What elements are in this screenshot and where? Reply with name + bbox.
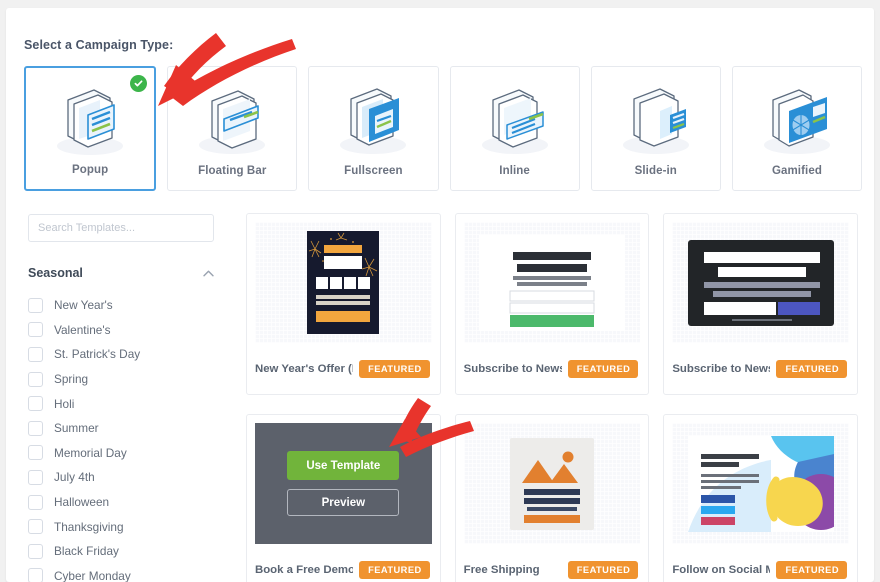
- social-media-thumb: [672, 423, 849, 544]
- inline-icon: [451, 85, 579, 163]
- filter-label: Spring: [54, 372, 89, 387]
- status-badge: FEATURED: [776, 359, 847, 378]
- campaign-type-label: Popup: [71, 164, 109, 176]
- filter-label: Cyber Monday: [54, 568, 131, 582]
- filter-label: Valentine's: [54, 322, 111, 337]
- checkbox[interactable]: [28, 445, 43, 461]
- slide-in-icon: [592, 85, 720, 163]
- filter-item-thanksgiving[interactable]: Thanksgiving: [28, 514, 214, 539]
- filter-item-halloween[interactable]: Halloween: [28, 490, 214, 515]
- campaign-type-label: Slide-in: [634, 165, 677, 177]
- checkbox[interactable]: [28, 420, 43, 436]
- filter-item-st-patricks-day[interactable]: St. Patrick's Day: [28, 342, 214, 367]
- filter-item-black-friday[interactable]: Black Friday: [28, 539, 214, 564]
- template-card-footer: Subscribe to Newsletter ... FEATURED: [664, 343, 857, 394]
- template-name: Follow on Social Media: [672, 563, 770, 576]
- filters-sidebar: Seasonal New Year's Valentine's St. Patr…: [6, 204, 234, 582]
- filter-item-spring[interactable]: Spring: [28, 367, 214, 392]
- templates-region: Seasonal New Year's Valentine's St. Patr…: [6, 204, 874, 582]
- checkbox[interactable]: [28, 371, 43, 387]
- campaign-type-label: Fullscreen: [344, 165, 403, 177]
- filter-group-label: Seasonal: [28, 266, 83, 280]
- campaign-builder-panel: Select a Campaign Type: Popup Floating B…: [6, 8, 874, 582]
- checkbox[interactable]: [28, 346, 43, 362]
- template-card-footer: Free Shipping FEATURED: [456, 544, 649, 582]
- filter-label: Halloween: [54, 495, 110, 510]
- filter-label: Memorial Day: [54, 445, 127, 460]
- campaign-type-row: Popup Floating Bar Fullscreen Inline Sli…: [24, 66, 863, 191]
- campaign-type-slide-in[interactable]: Slide-in: [590, 66, 721, 191]
- campaign-type-popup[interactable]: Popup: [24, 66, 157, 191]
- filter-item-summer[interactable]: Summer: [28, 416, 214, 441]
- preview-button[interactable]: Preview: [287, 489, 400, 516]
- use-template-button[interactable]: Use Template: [287, 451, 400, 480]
- checkbox[interactable]: [28, 494, 43, 510]
- fullscreen-icon: [309, 85, 437, 163]
- status-badge: FEATURED: [776, 560, 847, 579]
- checkbox[interactable]: [28, 469, 43, 485]
- template-card[interactable]: Follow on Social Media FEATURED: [663, 414, 858, 582]
- filter-item-cyber-monday[interactable]: Cyber Monday: [28, 564, 214, 582]
- template-card-footer: Follow on Social Media FEATURED: [664, 544, 857, 582]
- gamified-icon: [733, 85, 861, 163]
- filter-label: Thanksgiving: [54, 519, 124, 534]
- template-card[interactable]: Free Shipping FEATURED: [454, 414, 650, 582]
- template-card[interactable]: New Year's Offer (Firewo... FEATURED: [246, 213, 441, 395]
- newsletter-light-thumb: [463, 222, 641, 343]
- campaign-type-fullscreen[interactable]: Fullscreen: [308, 66, 439, 191]
- status-badge: FEATURED: [567, 359, 639, 378]
- filter-label: Holi: [54, 396, 75, 411]
- free-shipping-thumb: [463, 423, 641, 544]
- filter-list: New Year's Valentine's St. Patrick's Day…: [28, 293, 214, 582]
- filter-item-july-4th[interactable]: July 4th: [28, 465, 214, 490]
- fireworks-popup-thumb: [255, 222, 432, 343]
- template-name: New Year's Offer (Firewo...: [255, 362, 353, 375]
- campaign-type-inline[interactable]: Inline: [449, 66, 580, 191]
- template-card-footer: New Year's Offer (Firewo... FEATURED: [247, 343, 440, 394]
- template-name: Book a Free Demo: [255, 563, 354, 576]
- chevron-up-icon[interactable]: [203, 264, 214, 282]
- template-name: Free Shipping: [463, 563, 540, 576]
- campaign-type-gamified[interactable]: Gamified: [731, 66, 863, 191]
- campaign-type-label: Gamified: [771, 165, 822, 177]
- checkbox[interactable]: [28, 568, 43, 582]
- template-card[interactable]: Subscribe to Newsletter ... FEATURED: [454, 213, 650, 395]
- status-badge: FEATURED: [359, 560, 430, 579]
- campaign-type-label: Floating Bar: [198, 165, 267, 177]
- status-badge: FEATURED: [359, 359, 430, 378]
- checkbox[interactable]: [28, 297, 43, 313]
- hover-overlay: Use Template Preview: [255, 423, 432, 544]
- template-name: Subscribe to Newsletter ...: [672, 362, 770, 375]
- filter-label: Black Friday: [54, 544, 119, 559]
- newsletter-dark-thumb: [672, 222, 849, 343]
- status-badge: FEATURED: [567, 560, 639, 579]
- filter-label: July 4th: [54, 470, 95, 485]
- filter-item-holi[interactable]: Holi: [28, 391, 214, 416]
- checkbox[interactable]: [28, 396, 43, 412]
- template-name: Subscribe to Newsletter ...: [463, 362, 562, 375]
- page-title: Select a Campaign Type:: [24, 38, 174, 52]
- template-card[interactable]: Subscribe to Newsletter ... FEATURED: [663, 213, 858, 395]
- campaign-type-floating-bar[interactable]: Floating Bar: [167, 66, 298, 191]
- filter-label: New Year's: [54, 298, 113, 313]
- filter-item-new-years[interactable]: New Year's: [28, 293, 214, 318]
- filter-label: St. Patrick's Day: [54, 347, 141, 362]
- checkbox[interactable]: [28, 322, 43, 338]
- filter-label: Summer: [54, 421, 99, 436]
- filter-item-memorial-day[interactable]: Memorial Day: [28, 441, 214, 466]
- floating-bar-icon: [168, 85, 296, 163]
- checkbox[interactable]: [28, 519, 43, 535]
- search-input[interactable]: [28, 214, 214, 242]
- checkbox[interactable]: [28, 543, 43, 559]
- template-card-footer: Subscribe to Newsletter ... FEATURED: [456, 343, 649, 394]
- filter-item-valentines[interactable]: Valentine's: [28, 318, 214, 343]
- template-card-footer: Book a Free Demo FEATURED: [247, 544, 440, 582]
- template-card-hovered[interactable]: Use Template Preview Book a Free Demo FE…: [246, 414, 441, 582]
- template-grid: New Year's Offer (Firewo... FEATURED: [234, 204, 874, 582]
- popup-icon: [26, 86, 154, 164]
- filter-group-seasonal-header[interactable]: Seasonal: [28, 264, 214, 282]
- campaign-type-label: Inline: [499, 165, 530, 177]
